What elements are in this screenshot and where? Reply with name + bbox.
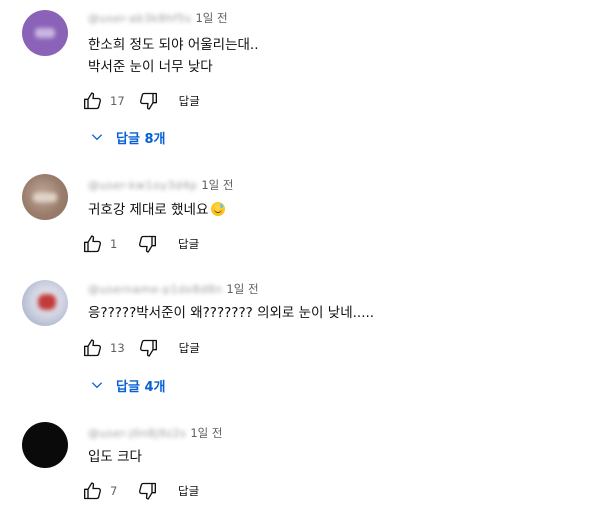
comment-time[interactable]: 1일 전: [201, 177, 233, 193]
reply-button[interactable]: 답글: [179, 93, 200, 109]
comment-text: 귀호강 제대로 했네요: [88, 199, 226, 221]
thumbs-up-icon: [84, 235, 101, 253]
view-replies-button[interactable]: 답글 4개: [90, 374, 165, 396]
like-button[interactable]: [82, 337, 104, 359]
author-handle[interactable]: @user-j0n8j9z2s: [88, 427, 186, 440]
author-handle[interactable]: @user-ab3k8hf5s: [88, 12, 191, 25]
comment-time[interactable]: 1일 전: [195, 10, 227, 26]
grinning-sweat-emoji-icon: [211, 202, 226, 216]
comment-actions: 17 답글: [82, 90, 200, 112]
reply-button[interactable]: 답글: [178, 483, 199, 499]
thumbs-down-icon: [139, 339, 157, 357]
comment-text-line: 응?????박서준이 왜??????? 의외로 눈이 낮네.....: [88, 305, 375, 321]
thumbs-up-icon: [84, 482, 101, 500]
comment-header: @username-p1dx8d8n 1일 전: [88, 282, 259, 296]
comment-header: @user-ab3k8hf5s 1일 전: [88, 11, 228, 25]
reply-button[interactable]: 답글: [178, 236, 199, 252]
comment-text-line: 한소희 정도 되야 어울리는대..: [88, 37, 259, 53]
dislike-button[interactable]: [137, 90, 159, 112]
comment-text: 응?????박서준이 왜??????? 의외로 눈이 낮네.....: [88, 302, 374, 324]
comment-time[interactable]: 1일 전: [226, 281, 258, 297]
view-replies-button[interactable]: 답글 8개: [90, 126, 165, 148]
comment-text-line: 박서준 눈이 너무 낮다: [88, 59, 213, 75]
comment-text: 한소희 정도 되야 어울리는대.. 박서준 눈이 너무 낮다: [88, 34, 259, 78]
comment-actions: 13 답글: [82, 337, 200, 359]
comment-actions: 7 답글: [82, 480, 199, 502]
thumbs-down-icon: [139, 235, 156, 253]
replies-label: 답글 4개: [116, 379, 166, 395]
author-handle[interactable]: @user-kw1oy3d4p: [88, 179, 197, 192]
like-button[interactable]: [82, 480, 104, 502]
like-count: 1: [110, 237, 118, 251]
comment-text-line: 입도 크다: [88, 449, 142, 465]
comment-text-line: 귀호강 제대로 했네요: [88, 202, 209, 218]
dislike-button[interactable]: [136, 233, 158, 255]
like-button[interactable]: [82, 90, 104, 112]
like-count: 17: [110, 94, 125, 108]
comment-header: @user-j0n8j9z2s 1일 전: [88, 426, 222, 440]
comment-text: 입도 크다: [88, 446, 142, 468]
thumbs-down-icon: [139, 92, 157, 110]
reply-button[interactable]: 답글: [179, 340, 200, 356]
like-button[interactable]: [82, 233, 104, 255]
comment-actions: 1 답글: [82, 233, 199, 255]
thumbs-up-icon: [84, 92, 101, 110]
comment-time[interactable]: 1일 전: [190, 425, 222, 441]
thumbs-down-icon: [139, 482, 156, 500]
like-count: 7: [110, 484, 118, 498]
chevron-down-icon: [90, 378, 104, 392]
chevron-down-icon: [90, 130, 104, 144]
dislike-button[interactable]: [137, 337, 159, 359]
avatar[interactable]: [22, 174, 68, 220]
thumbs-up-icon: [84, 339, 101, 357]
comment-header: @user-kw1oy3d4p 1일 전: [88, 178, 233, 192]
replies-label: 답글 8개: [116, 131, 166, 147]
avatar[interactable]: [22, 422, 68, 468]
author-handle[interactable]: @username-p1dx8d8n: [88, 283, 222, 296]
like-count: 13: [110, 341, 125, 355]
avatar[interactable]: [22, 280, 68, 326]
dislike-button[interactable]: [136, 480, 158, 502]
avatar[interactable]: [22, 10, 68, 56]
